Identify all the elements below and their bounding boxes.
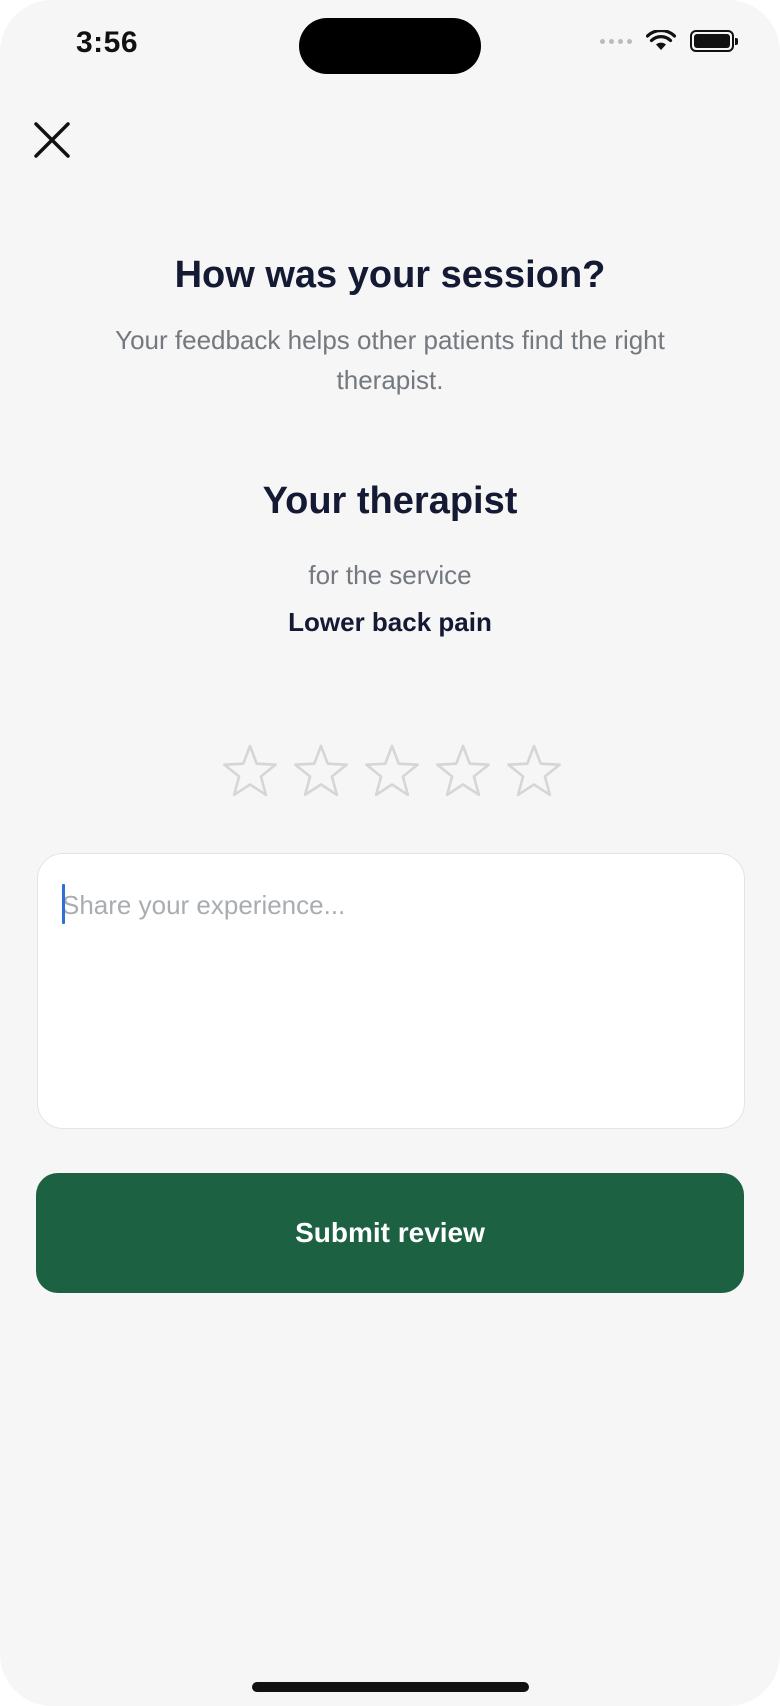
page-title: How was your session? (174, 254, 606, 296)
star-4-button[interactable] (433, 742, 493, 802)
star-1-button[interactable] (220, 742, 280, 802)
status-time: 3:56 (76, 26, 139, 59)
close-icon (34, 122, 70, 158)
service-caption: for the service (308, 560, 472, 590)
review-field (37, 853, 745, 1129)
star-5-button[interactable] (504, 742, 564, 802)
star-outline-icon (507, 744, 561, 797)
star-outline-icon (223, 744, 277, 797)
battery-icon (690, 30, 738, 52)
close-button[interactable] (30, 118, 74, 162)
service-name: Lower back pain (288, 607, 492, 637)
star-outline-icon (365, 744, 419, 797)
star-3-button[interactable] (362, 742, 422, 802)
star-outline-icon (294, 744, 348, 797)
home-indicator[interactable] (252, 1682, 529, 1692)
page-subtitle: Your feedback helps other patients find … (115, 325, 665, 395)
star-rating (220, 742, 564, 802)
submit-review-button[interactable]: Submit review (36, 1173, 744, 1293)
therapist-heading: Your therapist (262, 480, 518, 522)
text-caret (62, 884, 65, 924)
wifi-icon (646, 30, 676, 52)
dynamic-island (299, 18, 481, 74)
star-outline-icon (436, 744, 490, 797)
review-screen: 3:56 How was your session? Your feedback… (0, 0, 780, 1706)
signal-icon (600, 38, 632, 44)
review-input[interactable] (38, 854, 744, 1128)
status-icons (600, 30, 738, 52)
star-2-button[interactable] (291, 742, 351, 802)
